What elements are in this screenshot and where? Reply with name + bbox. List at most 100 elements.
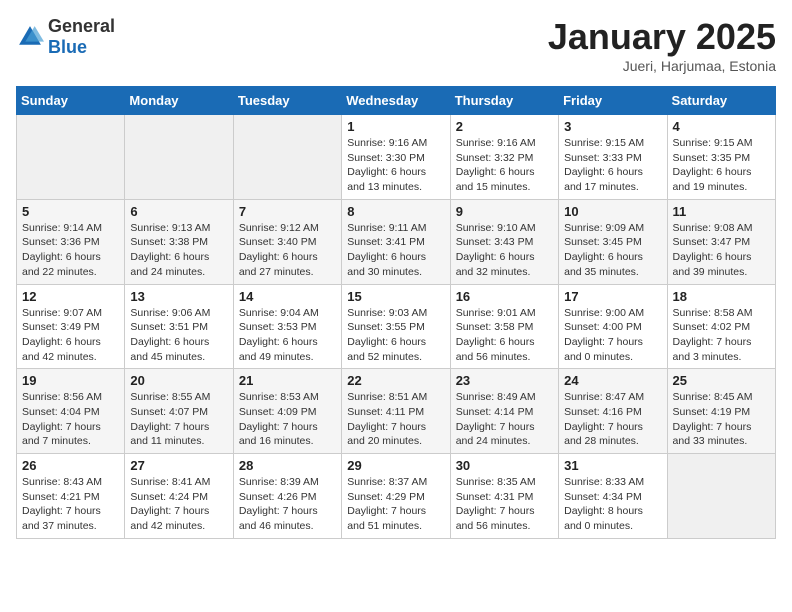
weekday-header: Saturday	[667, 87, 775, 115]
weekday-header: Tuesday	[233, 87, 341, 115]
day-info: Sunrise: 8:43 AMSunset: 4:21 PMDaylight:…	[22, 475, 119, 534]
day-number: 25	[673, 373, 770, 388]
calendar-cell: 1 Sunrise: 9:16 AMSunset: 3:30 PMDaylight…	[342, 115, 450, 200]
day-info: Sunrise: 9:04 AMSunset: 3:53 PMDaylight:…	[239, 306, 336, 365]
calendar-cell: 14 Sunrise: 9:04 AMSunset: 3:53 PMDayligh…	[233, 284, 341, 369]
day-number: 4	[673, 119, 770, 134]
calendar-cell: 13 Sunrise: 9:06 AMSunset: 3:51 PMDayligh…	[125, 284, 233, 369]
calendar-cell	[667, 454, 775, 539]
weekday-header: Monday	[125, 87, 233, 115]
calendar-cell: 3 Sunrise: 9:15 AMSunset: 3:33 PMDaylight…	[559, 115, 667, 200]
calendar-cell: 18Sunrise: 8:58 AMSunset: 4:02 PMDayligh…	[667, 284, 775, 369]
title-block: January 2025 Jueri, Harjumaa, Estonia	[548, 16, 776, 74]
day-info: Sunrise: 9:07 AMSunset: 3:49 PMDaylight:…	[22, 306, 119, 365]
day-info: Sunrise: 9:16 AMSunset: 3:32 PMDaylight:…	[456, 136, 553, 195]
day-info: Sunrise: 8:56 AMSunset: 4:04 PMDaylight:…	[22, 390, 119, 449]
calendar-cell: 26 Sunrise: 8:43 AMSunset: 4:21 PMDayligh…	[17, 454, 125, 539]
day-number: 15	[347, 289, 444, 304]
day-info: Sunrise: 9:08 AMSunset: 3:47 PMDaylight:…	[673, 221, 770, 280]
day-info: Sunrise: 8:41 AMSunset: 4:24 PMDaylight:…	[130, 475, 227, 534]
day-info: Sunrise: 9:15 AMSunset: 3:35 PMDaylight:…	[673, 136, 770, 195]
calendar-cell: 20 Sunrise: 8:55 AMSunset: 4:07 PMDayligh…	[125, 369, 233, 454]
calendar-cell: 11 Sunrise: 9:08 AMSunset: 3:47 PMDayligh…	[667, 199, 775, 284]
day-info: Sunrise: 8:39 AMSunset: 4:26 PMDaylight:…	[239, 475, 336, 534]
calendar-cell: 29Sunrise: 8:37 AMSunset: 4:29 PMDayligh…	[342, 454, 450, 539]
day-info: Sunrise: 8:47 AMSunset: 4:16 PMDaylight:…	[564, 390, 661, 449]
location: Jueri, Harjumaa, Estonia	[548, 58, 776, 74]
calendar-cell: 8 Sunrise: 9:11 AMSunset: 3:41 PMDaylight…	[342, 199, 450, 284]
day-number: 20	[130, 373, 227, 388]
day-number: 7	[239, 204, 336, 219]
calendar-cell: 10Sunrise: 9:09 AMSunset: 3:45 PMDayligh…	[559, 199, 667, 284]
day-number: 24	[564, 373, 661, 388]
day-info: Sunrise: 9:16 AMSunset: 3:30 PMDaylight:…	[347, 136, 444, 195]
day-number: 17	[564, 289, 661, 304]
calendar-cell: 28 Sunrise: 8:39 AMSunset: 4:26 PMDayligh…	[233, 454, 341, 539]
day-info: Sunrise: 8:35 AMSunset: 4:31 PMDaylight:…	[456, 475, 553, 534]
day-number: 28	[239, 458, 336, 473]
calendar-table: SundayMondayTuesdayWednesdayThursdayFrid…	[16, 86, 776, 539]
day-number: 18	[673, 289, 770, 304]
day-number: 6	[130, 204, 227, 219]
day-number: 12	[22, 289, 119, 304]
weekday-header: Sunday	[17, 87, 125, 115]
logo: General Blue	[16, 16, 115, 58]
day-number: 1	[347, 119, 444, 134]
calendar-cell: 5Sunrise: 9:14 AMSunset: 3:36 PMDaylight…	[17, 199, 125, 284]
calendar-cell: 22 Sunrise: 8:51 AMSunset: 4:11 PMDayligh…	[342, 369, 450, 454]
calendar-cell: 17 Sunrise: 9:00 AMSunset: 4:00 PMDayligh…	[559, 284, 667, 369]
calendar-cell: 19 Sunrise: 8:56 AMSunset: 4:04 PMDayligh…	[17, 369, 125, 454]
day-number: 2	[456, 119, 553, 134]
day-info: Sunrise: 9:12 AMSunset: 3:40 PMDaylight:…	[239, 221, 336, 280]
month-title: January 2025	[548, 16, 776, 58]
day-info: Sunrise: 9:00 AMSunset: 4:00 PMDaylight:…	[564, 306, 661, 365]
logo-general: General	[48, 16, 115, 36]
day-number: 11	[673, 204, 770, 219]
calendar-cell: 6 Sunrise: 9:13 AMSunset: 3:38 PMDaylight…	[125, 199, 233, 284]
day-info: Sunrise: 9:11 AMSunset: 3:41 PMDaylight:…	[347, 221, 444, 280]
day-number: 31	[564, 458, 661, 473]
calendar-cell	[17, 115, 125, 200]
day-info: Sunrise: 8:45 AMSunset: 4:19 PMDaylight:…	[673, 390, 770, 449]
day-info: Sunrise: 8:49 AMSunset: 4:14 PMDaylight:…	[456, 390, 553, 449]
weekday-header: Wednesday	[342, 87, 450, 115]
calendar-cell: 27 Sunrise: 8:41 AMSunset: 4:24 PMDayligh…	[125, 454, 233, 539]
day-number: 27	[130, 458, 227, 473]
day-number: 14	[239, 289, 336, 304]
day-number: 22	[347, 373, 444, 388]
weekday-header: Friday	[559, 87, 667, 115]
day-number: 21	[239, 373, 336, 388]
calendar-week-row: 5Sunrise: 9:14 AMSunset: 3:36 PMDaylight…	[17, 199, 776, 284]
day-info: Sunrise: 9:01 AMSunset: 3:58 PMDaylight:…	[456, 306, 553, 365]
calendar-cell: 2 Sunrise: 9:16 AMSunset: 3:32 PMDaylight…	[450, 115, 558, 200]
calendar-week-row: 1 Sunrise: 9:16 AMSunset: 3:30 PMDaylight…	[17, 115, 776, 200]
calendar-week-row: 19 Sunrise: 8:56 AMSunset: 4:04 PMDayligh…	[17, 369, 776, 454]
calendar-cell: 15Sunrise: 9:03 AMSunset: 3:55 PMDayligh…	[342, 284, 450, 369]
day-number: 26	[22, 458, 119, 473]
calendar-cell: 25 Sunrise: 8:45 AMSunset: 4:19 PMDayligh…	[667, 369, 775, 454]
day-number: 16	[456, 289, 553, 304]
calendar-cell: 12 Sunrise: 9:07 AMSunset: 3:49 PMDayligh…	[17, 284, 125, 369]
day-info: Sunrise: 8:53 AMSunset: 4:09 PMDaylight:…	[239, 390, 336, 449]
calendar-cell	[233, 115, 341, 200]
calendar-cell: 4 Sunrise: 9:15 AMSunset: 3:35 PMDaylight…	[667, 115, 775, 200]
calendar-week-row: 26 Sunrise: 8:43 AMSunset: 4:21 PMDayligh…	[17, 454, 776, 539]
day-number: 9	[456, 204, 553, 219]
day-info: Sunrise: 9:13 AMSunset: 3:38 PMDaylight:…	[130, 221, 227, 280]
day-number: 19	[22, 373, 119, 388]
day-number: 13	[130, 289, 227, 304]
day-number: 3	[564, 119, 661, 134]
calendar-cell	[125, 115, 233, 200]
day-info: Sunrise: 8:51 AMSunset: 4:11 PMDaylight:…	[347, 390, 444, 449]
day-number: 30	[456, 458, 553, 473]
day-number: 8	[347, 204, 444, 219]
calendar-cell: 30 Sunrise: 8:35 AMSunset: 4:31 PMDayligh…	[450, 454, 558, 539]
day-info: Sunrise: 9:15 AMSunset: 3:33 PMDaylight:…	[564, 136, 661, 195]
logo-blue: Blue	[48, 37, 87, 57]
logo-icon	[16, 23, 44, 51]
day-info: Sunrise: 9:10 AMSunset: 3:43 PMDaylight:…	[456, 221, 553, 280]
day-info: Sunrise: 8:37 AMSunset: 4:29 PMDaylight:…	[347, 475, 444, 534]
day-info: Sunrise: 8:55 AMSunset: 4:07 PMDaylight:…	[130, 390, 227, 449]
day-info: Sunrise: 9:06 AMSunset: 3:51 PMDaylight:…	[130, 306, 227, 365]
day-info: Sunrise: 9:09 AMSunset: 3:45 PMDaylight:…	[564, 221, 661, 280]
